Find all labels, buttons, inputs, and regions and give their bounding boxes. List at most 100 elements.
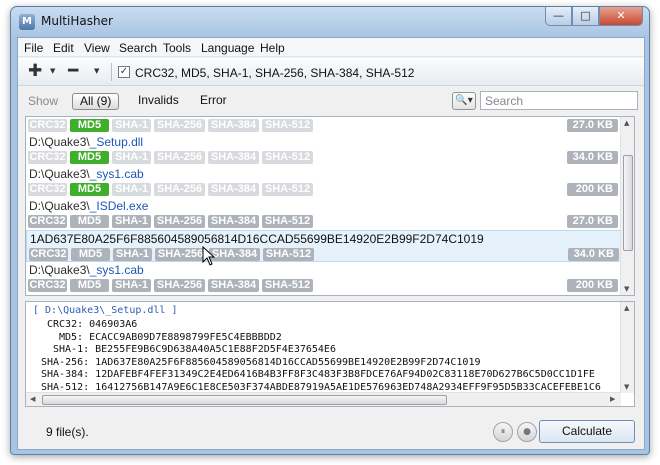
file-row[interactable]: D:\Quake3\_sys1.cab CRC32 MD5 SHA-1 SHA-256 S… bbox=[26, 262, 621, 294]
hash-badge-sha384[interactable]: SHA-384 bbox=[209, 248, 260, 261]
output-scroll-thumb[interactable] bbox=[42, 395, 447, 405]
hash-badge-sha384[interactable]: SHA-384 bbox=[208, 215, 259, 228]
file-row[interactable]: D:\Quake3\_sys1.cab CRC32 MD5 SHA-1 SHA-256 S… bbox=[26, 166, 621, 198]
hash-badge-sha1[interactable]: SHA-1 bbox=[112, 279, 151, 292]
add-dropdown-arrow-icon[interactable]: ▼ bbox=[50, 67, 55, 75]
filter-bar: Show All (9) Invalids Error 🔍▾ bbox=[18, 88, 644, 114]
hash-badge-sha384[interactable]: SHA-384 bbox=[208, 119, 259, 132]
hash-badge-sha512[interactable]: SHA-512 bbox=[262, 119, 313, 132]
hash-badge-md5[interactable]: MD5 bbox=[71, 248, 110, 261]
hash-badge-sha512[interactable]: SHA-512 bbox=[262, 183, 313, 196]
hash-badge-sha256[interactable]: SHA-256 bbox=[154, 119, 205, 132]
hash-badge-crc32[interactable]: CRC32 bbox=[29, 248, 68, 261]
output-file-header: [ D:\Quake3\_Setup.dll ] bbox=[33, 305, 178, 316]
search-options-icon[interactable]: 🔍▾ bbox=[452, 92, 476, 110]
output-hash-line: SHA-512: 16412756B147A9E6C1E8CE503F374AB… bbox=[41, 381, 601, 393]
output-horizontal-scrollbar[interactable]: ◀ ▶ bbox=[26, 392, 621, 406]
file-path-name: _sys1.cab bbox=[89, 167, 144, 181]
remove-dropdown-arrow-icon[interactable]: ▼ bbox=[94, 67, 99, 75]
hash-badge-crc32[interactable]: CRC32 bbox=[28, 119, 67, 132]
hash-badge-sha512[interactable]: SHA-512 bbox=[262, 215, 313, 228]
hash-badge-md5[interactable]: MD5 bbox=[70, 119, 109, 132]
file-path: D:\Quake3\_Setup.dll bbox=[29, 135, 143, 149]
file-list[interactable]: D:\Quake3\_sys1.cab CRC32 MD5 SHA-1 SHA-256 S… bbox=[25, 116, 635, 296]
hash-badge-md5[interactable]: MD5 bbox=[70, 279, 109, 292]
file-size-badge: 34.0 KB bbox=[567, 151, 618, 164]
menu-help[interactable]: Help bbox=[260, 41, 285, 55]
filter-error-button[interactable]: Error bbox=[193, 93, 234, 110]
file-row[interactable]: CRC32 MD5 SHA-1 SHA-256 SHA-384 SHA-512 27.0 K… bbox=[26, 117, 621, 134]
menu-tools[interactable]: Tools bbox=[163, 41, 191, 55]
hash-badge-crc32[interactable]: CRC32 bbox=[28, 151, 67, 164]
output-vertical-scrollbar[interactable]: ▲ ▼ bbox=[620, 302, 634, 393]
hash-badge-sha1[interactable]: SHA-1 bbox=[112, 151, 151, 164]
hash-badge-md5[interactable]: MD5 bbox=[70, 151, 109, 164]
file-size-badge: 34.0 KB bbox=[568, 248, 619, 261]
hash-badge-sha256[interactable]: SHA-256 bbox=[154, 151, 205, 164]
output-scroll-down-arrow-icon[interactable]: ▼ bbox=[624, 383, 629, 391]
calculate-button[interactable]: Calculate bbox=[539, 420, 635, 443]
file-row[interactable]: 1AD637E80A25F6F885604589056814D16CCAD556… bbox=[26, 230, 621, 262]
file-path-name: _Setup.dll bbox=[89, 135, 144, 149]
hash-badge-crc32[interactable]: CRC32 bbox=[28, 215, 67, 228]
pause-button[interactable]: ⏸ bbox=[493, 422, 513, 442]
output-hash-line: SHA-384: 12DAFEBF4FEF31349C2E4ED6416B4B3… bbox=[41, 369, 595, 380]
hash-badge-sha1[interactable]: SHA-1 bbox=[112, 119, 151, 132]
hash-badge-md5[interactable]: MD5 bbox=[70, 215, 109, 228]
algorithms-label[interactable]: CRC32, MD5, SHA-1, SHA-256, SHA-384, SHA… bbox=[135, 66, 414, 80]
minimize-button[interactable]: — bbox=[545, 7, 572, 26]
menu-language[interactable]: Language bbox=[201, 41, 254, 55]
menu-bar: File Edit View Search Tools Language Hel… bbox=[18, 38, 644, 57]
file-size-badge: 27.0 KB bbox=[567, 119, 618, 132]
file-size-badge: 27.0 KB bbox=[567, 215, 618, 228]
search-input[interactable] bbox=[480, 91, 638, 110]
hash-badge-crc32[interactable]: CRC32 bbox=[28, 183, 67, 196]
scroll-up-arrow-icon[interactable]: ▲ bbox=[624, 119, 629, 127]
status-bar: 9 file(s). ⏸ ● Calculate bbox=[18, 413, 644, 449]
hash-badge-sha512[interactable]: SHA-512 bbox=[262, 279, 313, 292]
hash-badge-sha256[interactable]: SHA-256 bbox=[154, 215, 205, 228]
hash-badge-sha256[interactable]: SHA-256 bbox=[154, 279, 205, 292]
stop-button[interactable]: ● bbox=[517, 422, 537, 442]
scroll-left-arrow-icon[interactable]: ◀ bbox=[30, 395, 35, 403]
file-list-scrollbar[interactable]: ▲ ▼ bbox=[620, 117, 634, 295]
file-list-scroll-thumb[interactable] bbox=[623, 155, 633, 251]
hash-badge-sha256[interactable]: SHA-256 bbox=[155, 248, 206, 261]
menu-file[interactable]: File bbox=[24, 41, 43, 55]
file-path-prefix: D:\Quake3\ bbox=[29, 263, 90, 277]
hash-badge-sha512[interactable]: SHA-512 bbox=[263, 248, 314, 261]
menu-view[interactable]: View bbox=[84, 41, 110, 55]
hash-badge-sha384[interactable]: SHA-384 bbox=[208, 183, 259, 196]
maximize-button[interactable]: □ bbox=[572, 7, 599, 26]
algorithms-checkbox[interactable]: ✓ bbox=[118, 66, 130, 78]
file-row[interactable]: D:\Quake3\_ISDel.exe CRC32 MD5 SHA-1 SHA-256… bbox=[26, 198, 621, 230]
filter-all-button[interactable]: All (9) bbox=[72, 93, 120, 110]
hash-badge-md5[interactable]: MD5 bbox=[70, 183, 109, 196]
file-path-name: _ISDel.exe bbox=[89, 199, 149, 213]
file-path-prefix: 1AD637E80A25F6F885604589056814D16CCAD556… bbox=[30, 232, 484, 246]
filter-invalids-button[interactable]: Invalids bbox=[131, 93, 186, 110]
close-button[interactable]: ✕ bbox=[599, 7, 643, 26]
minus-icon[interactable]: ━ bbox=[68, 63, 78, 80]
file-size-badge: 200 KB bbox=[567, 183, 618, 196]
hash-badge-sha256[interactable]: SHA-256 bbox=[154, 183, 205, 196]
hash-badge-sha1[interactable]: SHA-1 bbox=[112, 215, 151, 228]
file-row[interactable]: D:\Quake3\_Setup.dll CRC32 MD5 SHA-1 SHA-256… bbox=[26, 134, 621, 166]
hash-output-panel[interactable]: [ D:\Quake3\_Setup.dll ] CRC32: 046903A6… bbox=[25, 301, 635, 407]
hash-badge-sha512[interactable]: SHA-512 bbox=[262, 151, 313, 164]
scroll-right-arrow-icon[interactable]: ▶ bbox=[610, 395, 615, 403]
toolbar: ✚ ▼ ━ ▼ ✓ CRC32, MD5, SHA-1, SHA-256, SH… bbox=[18, 58, 644, 86]
output-scroll-up-arrow-icon[interactable]: ▲ bbox=[624, 304, 629, 312]
output-hash-line: SHA-1: BE255FE9B6C9D638A40A5C1E88F2D5F4E… bbox=[53, 344, 336, 355]
hash-badge-sha1[interactable]: SHA-1 bbox=[113, 248, 152, 261]
file-path-name: _sys1.cab bbox=[89, 263, 144, 277]
menu-search[interactable]: Search bbox=[119, 41, 157, 55]
scroll-down-arrow-icon[interactable]: ▼ bbox=[624, 285, 629, 293]
hash-badge-sha384[interactable]: SHA-384 bbox=[208, 151, 259, 164]
hash-badge-crc32[interactable]: CRC32 bbox=[28, 279, 67, 292]
menu-edit[interactable]: Edit bbox=[53, 41, 74, 55]
hash-badge-sha1[interactable]: SHA-1 bbox=[112, 183, 151, 196]
hash-badge-sha384[interactable]: SHA-384 bbox=[208, 279, 259, 292]
title-bar[interactable]: M MultiHasher — □ ✕ bbox=[11, 7, 649, 37]
plus-icon[interactable]: ✚ bbox=[28, 63, 42, 80]
